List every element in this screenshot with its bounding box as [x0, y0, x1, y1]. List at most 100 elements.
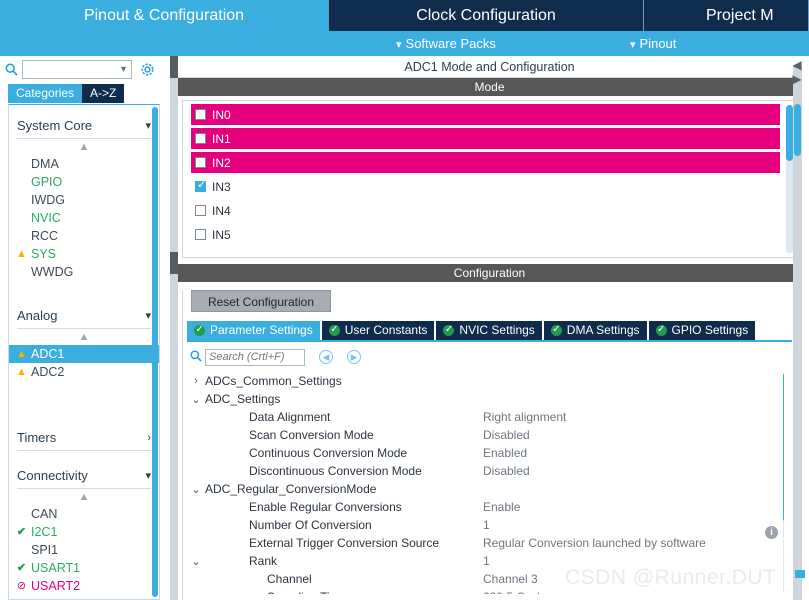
splitter-grip-top[interactable] — [170, 56, 178, 78]
sidebar-item-wwdg[interactable]: WWDG — [9, 263, 159, 281]
param-name: Scan Conversion Mode — [249, 428, 374, 442]
scroll-right-arrow-icon[interactable]: ▶ — [790, 72, 804, 86]
tab-user-constants[interactable]: User Constants — [321, 321, 435, 340]
software-packs-label: Software Packs — [405, 36, 496, 51]
checkbox-in5[interactable] — [195, 229, 206, 240]
sidebar-item-adc2[interactable]: ▲ ADC2 — [9, 363, 159, 381]
sidebar-spinner-icon: ▲ — [78, 141, 90, 153]
sidebar-item-label: SPI1 — [31, 543, 59, 557]
param-value: 239.5 Cycles — [483, 590, 552, 594]
check-circle-icon — [328, 323, 340, 336]
main-tab-bar: Pinout & Configuration Clock Configurati… — [0, 0, 809, 31]
tab-dma-settings[interactable]: DMA Settings — [543, 321, 647, 340]
sidebar-item-usart2[interactable]: ⊘ USART2 — [9, 577, 159, 595]
tab-project-manager[interactable]: Project M — [644, 0, 809, 31]
sidebar-view-tabs: Categories A->Z — [8, 84, 125, 103]
param-name: Continuous Conversion Mode — [249, 446, 408, 460]
sidebar-group-timers[interactable]: Timers › — [17, 425, 151, 451]
mode-row-in0[interactable]: IN0 — [191, 104, 780, 125]
chevron-down-icon[interactable]: ⌄ — [187, 483, 205, 496]
mode-channel-list: IN0 IN1 IN2 IN3 IN4 IN5 — [182, 100, 797, 258]
parameter-search-input[interactable] — [205, 348, 305, 366]
parameter-scrollbar-thumb[interactable] — [783, 372, 784, 522]
sidebar-search-input[interactable]: ▾ — [22, 59, 132, 79]
sidebar-item-spi1[interactable]: SPI1 — [9, 541, 159, 559]
mode-scrollbar-thumb[interactable] — [786, 105, 793, 161]
tab-gpio-settings[interactable]: GPIO Settings — [648, 321, 756, 340]
param-row-scan-conversion-mode[interactable]: Scan Conversion Mode Disabled — [187, 426, 784, 444]
mode-row-in4[interactable]: IN4 — [191, 200, 780, 221]
sidebar-item-i2c1[interactable]: ✔ I2C1 — [9, 523, 159, 541]
mode-row-in2[interactable]: IN2 — [191, 152, 780, 173]
window-scrollbar-thumb[interactable] — [794, 104, 801, 156]
param-value: Disabled — [483, 464, 530, 478]
mode-section-header: Mode — [178, 78, 801, 96]
mode-row-label: IN2 — [212, 155, 231, 170]
tab-a-to-z[interactable]: A->Z — [82, 84, 125, 103]
param-row-enable-regular-conversions[interactable]: Enable Regular Conversions Enable — [187, 498, 784, 516]
splitter-grip-mid[interactable] — [170, 252, 178, 274]
chevron-right-icon[interactable]: › — [187, 375, 205, 387]
reset-configuration-button[interactable]: Reset Configuration — [191, 290, 331, 312]
checkbox-in2[interactable] — [195, 157, 206, 168]
peripheral-sidebar: ▾ Categories A->Z System Core ▾ ▲ DMA GP… — [0, 56, 170, 600]
tab-pinout-configuration[interactable]: Pinout & Configuration — [0, 0, 329, 31]
sidebar-group-connectivity[interactable]: Connectivity ▾ — [17, 463, 151, 489]
sidebar-group-system-core[interactable]: System Core ▾ — [17, 113, 151, 139]
mode-row-in3[interactable]: IN3 — [191, 176, 780, 197]
param-row-external-trigger-conversion-source[interactable]: External Trigger Conversion Source Regul… — [187, 534, 784, 552]
sidebar-item-iwdg[interactable]: IWDG — [9, 191, 159, 209]
tab-categories[interactable]: Categories — [8, 84, 83, 103]
checkbox-in4[interactable] — [195, 205, 206, 216]
sidebar-item-usart1[interactable]: ✔ USART1 — [9, 559, 159, 577]
check-circle-icon — [655, 323, 667, 336]
scrollbar-nub[interactable] — [795, 570, 805, 578]
sidebar-group-analog[interactable]: Analog ▾ — [17, 303, 151, 329]
sidebar-item-can[interactable]: CAN — [9, 505, 159, 523]
panel-splitter[interactable] — [170, 56, 178, 600]
sidebar-item-dma[interactable]: DMA — [9, 155, 159, 173]
sidebar-item-gpio[interactable]: GPIO — [9, 173, 159, 191]
sidebar-item-adc1[interactable]: ▲ ADC1 — [9, 345, 159, 363]
chevron-down-icon[interactable]: ⌄ — [187, 555, 205, 568]
chevron-down-icon: ▾ — [145, 310, 151, 322]
tab-clock-configuration[interactable]: Clock Configuration — [329, 0, 644, 31]
param-row-discontinuous-conversion-mode[interactable]: Discontinuous Conversion Mode Disabled — [187, 462, 784, 480]
chevron-right-icon[interactable]: ▶ — [347, 350, 361, 364]
scroll-left-arrow-icon[interactable]: ◀ — [790, 58, 804, 72]
param-value: Regular Conversion launched by software — [483, 536, 706, 550]
param-value: Disabled — [483, 428, 530, 442]
mode-row-in1[interactable]: IN1 — [191, 128, 780, 149]
mode-row-label: IN1 — [212, 131, 231, 146]
sidebar-item-nvic[interactable]: NVIC — [9, 209, 159, 227]
param-name: Enable Regular Conversions — [249, 500, 402, 514]
param-row-adc-regular-conversionmode[interactable]: ⌄ ADC_Regular_ConversionMode — [187, 480, 784, 498]
checkbox-in0[interactable] — [195, 109, 206, 120]
checkbox-in1[interactable] — [195, 133, 206, 144]
tab-parameter-settings[interactable]: Parameter Settings — [187, 321, 320, 340]
sidebar-item-sys[interactable]: ▲ SYS — [9, 245, 159, 263]
sidebar-item-rcc[interactable]: RCC — [9, 227, 159, 245]
param-name: Data Alignment — [249, 410, 331, 424]
param-row-continuous-conversion-mode[interactable]: Continuous Conversion Mode Enabled — [187, 444, 784, 462]
mode-row-in5[interactable]: IN5 — [191, 224, 780, 245]
param-row-data-alignment[interactable]: Data Alignment Right alignment — [187, 408, 784, 426]
sidebar-item-label: ADC1 — [31, 347, 65, 361]
chevron-down-icon[interactable]: ⌄ — [187, 393, 205, 406]
checkbox-in3[interactable] — [195, 179, 206, 192]
param-row-number-of-conversion[interactable]: Number Of Conversion 1 — [187, 516, 784, 534]
param-name: Number Of Conversion — [249, 518, 372, 532]
chevron-down-icon: ▾ — [145, 470, 151, 482]
tab-label: DMA Settings — [566, 323, 640, 337]
pinout-menu[interactable]: ▾ Pinout — [630, 31, 676, 56]
param-row-adcs-common-settings[interactable]: › ADCs_Common_Settings — [187, 372, 784, 390]
warning-icon: ▲ — [16, 247, 27, 260]
tab-label: User Constants — [344, 323, 428, 337]
chevron-left-icon[interactable]: ◀ — [319, 350, 333, 364]
param-row-adc-settings[interactable]: ⌄ ADC_Settings — [187, 390, 784, 408]
software-packs-menu[interactable]: ▾ Software Packs — [396, 31, 496, 56]
gear-icon[interactable] — [138, 60, 156, 78]
tab-nvic-settings[interactable]: NVIC Settings — [436, 321, 542, 340]
